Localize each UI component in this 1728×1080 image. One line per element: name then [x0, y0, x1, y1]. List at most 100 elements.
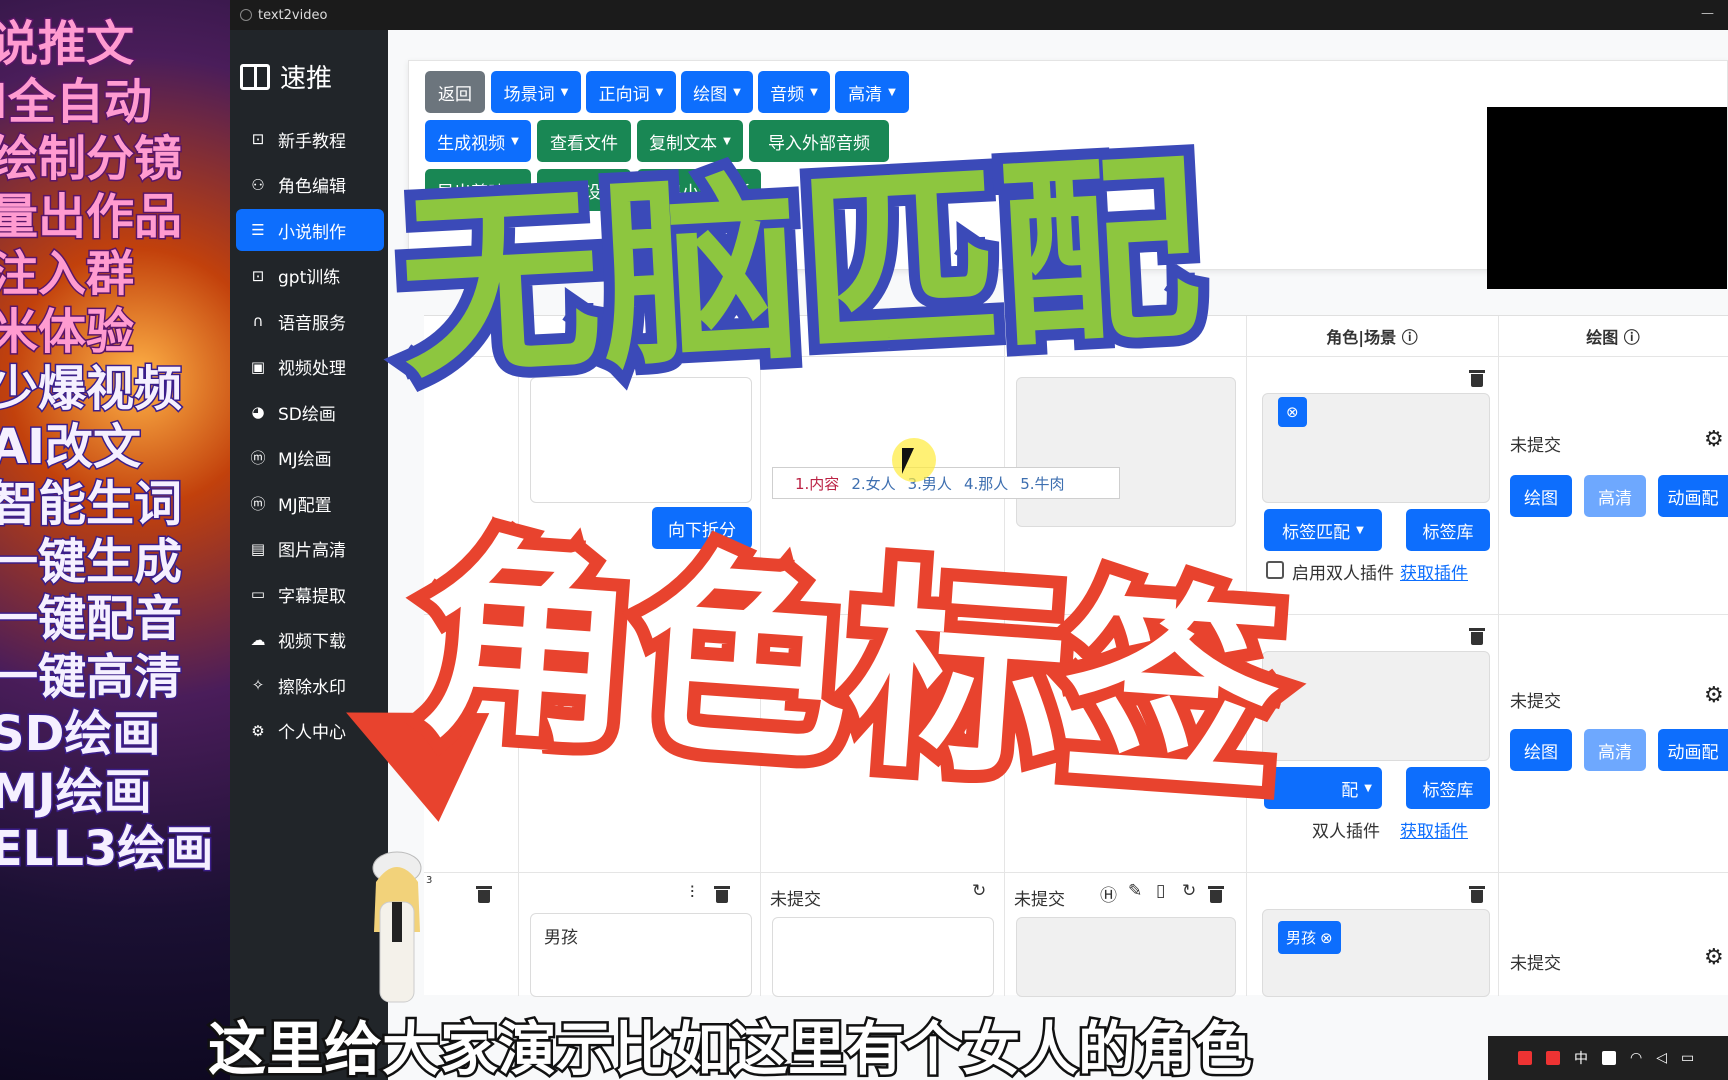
tag-box[interactable]	[1262, 651, 1490, 761]
delete-icon[interactable]	[1469, 885, 1485, 903]
promo-line: I全自动	[0, 73, 153, 130]
sidebar-item-6[interactable]: ▣ 视频处理	[236, 346, 384, 388]
info-icon: ⓘ	[1401, 328, 1418, 347]
ime-mode-indicator[interactable]: 中	[1574, 1048, 1588, 1068]
gear-icon[interactable]: ⚙	[1704, 683, 1724, 708]
sidebar-item-1[interactable]: ⊡ 新手教程	[236, 118, 384, 160]
promo-line: 米体验	[0, 303, 136, 360]
ime-candidate[interactable]: 4.那人	[964, 473, 1008, 494]
hd-dropdown[interactable]: 高清 ▼	[835, 71, 909, 113]
sidebar-item-12[interactable]: ☁ 视频下载	[236, 619, 384, 661]
screen: 说推文 I全自动 绘制分镜 量出作品 注入群 米体验 少爆视频 AI改文 智能生词 一键生成 一键配…	[0, 0, 1728, 1080]
list-icon: ☰	[251, 221, 265, 239]
get-plugin-link[interactable]: 获取插件	[1400, 817, 1468, 842]
delete-icon[interactable]	[1208, 885, 1224, 903]
sidebar-item-11[interactable]: ▭ 字幕提取	[236, 573, 384, 615]
gear-icon[interactable]: ⚙	[1704, 427, 1724, 452]
draw-status: 未提交	[1510, 692, 1561, 712]
prompt-box[interactable]	[772, 917, 994, 997]
ime-candidate[interactable]: 2.女人	[851, 473, 895, 494]
app-icon	[240, 9, 252, 21]
battery-icon[interactable]: ▭	[1681, 1050, 1694, 1066]
gear-icon: ⚙	[251, 721, 265, 740]
headline-overlay-1: 无脑匹配	[383, 121, 1216, 418]
audio-dropdown[interactable]: 音频 ▼	[758, 71, 830, 113]
draw-button[interactable]: 绘图	[1510, 729, 1572, 771]
promo-line: 注入群	[0, 246, 136, 302]
ime-candidate[interactable]: 1.内容	[795, 473, 839, 494]
sidebar-item-2[interactable]: ⚇ 角色编辑	[236, 164, 384, 206]
sidebar-item-9[interactable]: ⓜ MJ配置	[236, 482, 384, 524]
animate-button[interactable]: 动画配	[1658, 475, 1728, 517]
8k-icon: ▤	[250, 539, 266, 558]
app-tray-icon[interactable]	[1546, 1051, 1560, 1065]
users-icon: ⚇	[251, 175, 265, 194]
mastodon-icon: ⓜ	[250, 494, 266, 513]
draw-dropdown[interactable]: 绘图 ▼	[681, 71, 753, 113]
ime-candidates[interactable]: 1.内容 2.女人 3.男人 4.那人 5.牛肉	[772, 467, 1120, 499]
mastodon-icon: ⓜ	[250, 449, 266, 467]
refresh-icon[interactable]: ↻	[1182, 881, 1196, 901]
clipboard-icon[interactable]: ▯	[1156, 881, 1165, 901]
wifi-icon[interactable]: ◠	[1630, 1050, 1642, 1066]
refresh-icon[interactable]: ↻	[972, 881, 986, 901]
draw-status: 未提交	[1510, 954, 1561, 974]
animate-button[interactable]: 动画配	[1658, 729, 1728, 771]
get-plugin-link[interactable]: 获取插件	[1400, 559, 1468, 584]
tag-match-dropdown[interactable]: 标签匹配 ▼	[1264, 509, 1382, 551]
sidebar-item-7[interactable]: ◕ SD绘画	[236, 391, 384, 433]
sidebar-item-label: MJ绘画	[278, 450, 332, 470]
role-tag[interactable]: ⊗	[1278, 397, 1307, 427]
sidebar-item-8[interactable]: ⓜ MJ绘画	[236, 437, 384, 479]
h-icon[interactable]: Ⓗ	[1100, 881, 1117, 906]
delete-icon[interactable]	[1469, 369, 1485, 387]
sidebar-item-10[interactable]: ▤ 图片高清	[236, 528, 384, 570]
prompt-box[interactable]	[1016, 377, 1236, 527]
minimize-icon[interactable]: —	[1701, 6, 1714, 21]
edit-icon[interactable]: ✎	[1128, 881, 1142, 901]
ime-candidate[interactable]: 5.牛肉	[1020, 473, 1064, 494]
dual-plugin-label: 启用双人插件	[1292, 564, 1394, 584]
sidebar-item-4[interactable]: ⊡ gpt训练	[236, 255, 384, 297]
robot-icon: ⊡	[251, 130, 265, 148]
remove-tag-icon: ⊗	[1320, 928, 1333, 947]
sidebar-item-label: 语音服务	[278, 313, 346, 334]
brand[interactable]: 速推	[240, 58, 332, 95]
sidebar-item-label: 小说制作	[278, 222, 346, 243]
tag-library-button[interactable]: 标签库	[1406, 509, 1490, 551]
segment-text: 男孩	[544, 928, 578, 948]
promo-line: ELL3绘画	[0, 821, 215, 877]
positive-words-dropdown[interactable]: 正向词 ▼	[586, 71, 676, 113]
sidebar-item-label: SD绘画	[278, 404, 336, 425]
mascot-character	[372, 851, 422, 1003]
waveform-icon[interactable]: ⫶	[690, 883, 694, 903]
role-tag[interactable]: 男孩 ⊗	[1278, 921, 1341, 954]
draw-status: 未提交	[1510, 436, 1561, 456]
hd-button[interactable]: 高清	[1584, 729, 1646, 771]
sidebar-item-5[interactable]: ∩ 语音服务	[236, 300, 384, 342]
generate-video-dropdown[interactable]: 生成视频 ▼	[425, 120, 531, 162]
scene-words-dropdown[interactable]: 场景词 ▼	[491, 71, 581, 113]
promo-line: 一键生成	[0, 533, 184, 590]
gear-icon[interactable]: ⚙	[1704, 945, 1724, 970]
delete-icon[interactable]	[476, 885, 492, 903]
headphones-icon: ∩	[252, 312, 264, 330]
view-files-button[interactable]: 查看文件	[537, 120, 631, 162]
delete-icon[interactable]	[714, 885, 730, 903]
sidebar-item-label: gpt训练	[278, 268, 341, 288]
video-icon: ▣	[250, 357, 266, 376]
draw-button[interactable]: 绘图	[1510, 475, 1572, 517]
sidebar-item-3[interactable]: ☰ 小说制作	[236, 209, 384, 251]
checkbox-tray-icon[interactable]	[1602, 1051, 1616, 1065]
hd-button[interactable]: 高清	[1584, 475, 1646, 517]
sidebar-item-label: MJ配置	[278, 495, 332, 516]
sidebar-item-label: 角色编辑	[278, 177, 346, 197]
volume-icon[interactable]: ◁	[1656, 1050, 1667, 1066]
app-tray-icon[interactable]	[1518, 1051, 1532, 1065]
delete-icon[interactable]	[1469, 627, 1485, 645]
tag-match-dropdown[interactable]: 配 ▼	[1264, 767, 1382, 809]
tag-library-button[interactable]: 标签库	[1406, 767, 1490, 809]
promo-line: 绘制分镜	[0, 131, 184, 187]
image-box[interactable]	[1016, 917, 1236, 997]
back-button[interactable]: 返回	[425, 71, 485, 113]
